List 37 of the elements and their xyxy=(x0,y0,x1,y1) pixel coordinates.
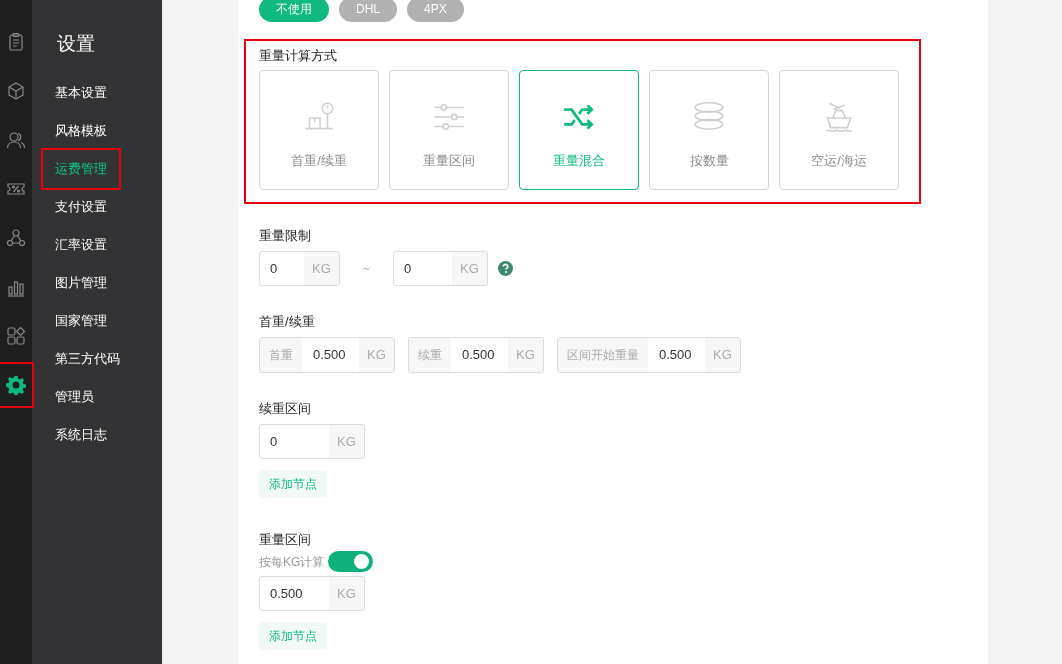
menu-item[interactable]: 支付设置 xyxy=(43,195,119,219)
section-label: 重量限制 xyxy=(259,228,312,244)
menu-title: 设置 xyxy=(57,32,96,56)
weight-input[interactable]: 0.500 KG xyxy=(259,576,365,611)
method-card[interactable]: 首重/续重 xyxy=(259,70,379,190)
menu-item[interactable]: 图片管理 xyxy=(43,271,119,295)
method-card[interactable]: 空运/海运 xyxy=(779,70,899,190)
section-label: 续重区间 xyxy=(259,401,312,417)
weight-input[interactable]: 区间开始重量 0.500 KG xyxy=(557,337,741,373)
menu-item[interactable]: 运费管理 xyxy=(43,150,119,188)
section-label: 首重/续重 xyxy=(259,314,316,330)
menu-item[interactable]: 系统日志 xyxy=(43,423,119,447)
menu-item[interactable]: 基本设置 xyxy=(43,81,119,105)
help-icon[interactable] xyxy=(498,261,513,276)
menu-item[interactable]: 国家管理 xyxy=(43,309,119,333)
users-icon[interactable] xyxy=(6,130,26,150)
menu-item[interactable]: 风格模板 xyxy=(43,119,119,143)
apps-icon[interactable] xyxy=(6,326,26,346)
menu-item[interactable]: 管理员 xyxy=(43,385,106,409)
menu-item[interactable]: 第三方代码 xyxy=(43,347,132,371)
toggle-label: 按每KG计算 xyxy=(259,553,325,571)
section-label: 重量区间 xyxy=(259,532,312,548)
method-card[interactable]: 按数量 xyxy=(649,70,769,190)
settings-icon[interactable] xyxy=(6,375,26,395)
weight-input[interactable]: 0 KG xyxy=(393,251,488,286)
box-icon[interactable] xyxy=(6,81,26,101)
weight-input[interactable]: 0 KG xyxy=(259,251,340,286)
menu-item[interactable]: 汇率设置 xyxy=(43,233,119,257)
toggle-switch[interactable] xyxy=(328,551,374,572)
section-label: 重量计算方式 xyxy=(259,48,338,64)
range-separator: ~ xyxy=(363,260,370,278)
weight-input[interactable]: 首重 0.500 KG xyxy=(259,337,395,373)
weight-input[interactable]: 续重 0.500 KG xyxy=(408,337,544,373)
method-card[interactable]: 重量区间 xyxy=(389,70,509,190)
weight-input[interactable]: 0 KG xyxy=(259,424,365,459)
network-icon[interactable] xyxy=(6,228,26,248)
clipboard-icon[interactable] xyxy=(6,32,26,52)
